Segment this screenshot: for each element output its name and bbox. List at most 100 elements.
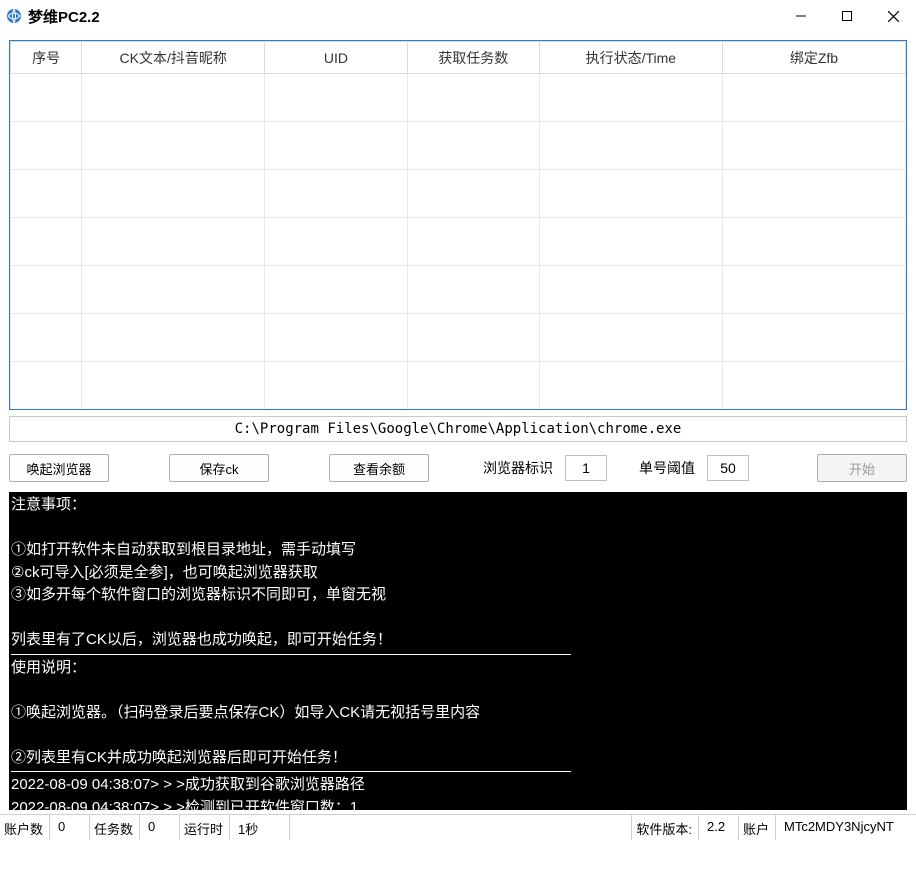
status-version-label: 软件版本: [632, 815, 699, 840]
table-cell [265, 362, 407, 410]
check-balance-button[interactable]: 查看余额 [329, 454, 429, 482]
table-cell [722, 218, 905, 266]
column-header[interactable]: 获取任务数 [407, 42, 539, 74]
table-cell [82, 74, 265, 122]
status-bar: 账户数 0 任务数 0 运行时 1秒 软件版本: 2.2 账户 MTc2MDY3… [0, 814, 916, 840]
table-cell [265, 122, 407, 170]
browser-id-label: 浏览器标识 [483, 458, 553, 478]
table-cell [722, 74, 905, 122]
table-cell [82, 170, 265, 218]
window-controls [778, 0, 916, 32]
table-cell [539, 170, 722, 218]
console-line: ②ck可导入[必须是全参]，也可唤起浏览器获取 [11, 562, 907, 585]
table-cell [539, 362, 722, 410]
console-line: 2022-08-09 04:38:07> > >检测到已开软件窗口数：1 [11, 797, 907, 811]
maximize-button[interactable] [824, 0, 870, 32]
console-line: ①唤起浏览器。（扫码登录后要点保存CK）如导入CK请无视括号里内容 [11, 702, 907, 725]
table-cell [407, 362, 539, 410]
table-row[interactable] [11, 122, 906, 170]
table-cell [11, 218, 82, 266]
table-row[interactable] [11, 218, 906, 266]
table-cell [722, 170, 905, 218]
table-cell [722, 266, 905, 314]
table-cell [11, 122, 82, 170]
maximize-icon [842, 11, 852, 21]
table-cell [407, 170, 539, 218]
console-line: ③如多开每个软件窗口的浏览器标识不同即可，单窗无视 [11, 584, 907, 607]
table-cell [539, 266, 722, 314]
chrome-path-text: C:\Program Files\Google\Chrome\Applicati… [235, 421, 682, 437]
table-row[interactable] [11, 74, 906, 122]
table-row[interactable] [11, 362, 906, 410]
status-tasks-value: 0 [140, 815, 180, 840]
status-runtime-label: 运行时 [180, 815, 230, 840]
table-row[interactable] [11, 314, 906, 362]
console-line: 注意事项： [11, 494, 907, 517]
table-cell [11, 362, 82, 410]
console-line [11, 679, 907, 702]
console-line: ①如打开软件未自动获取到根目录地址，需手动填写 [11, 539, 907, 562]
console-line: 2022-08-09 04:38:07> > >成功获取到谷歌浏览器路径 [11, 774, 907, 797]
table-cell [82, 266, 265, 314]
table-cell [407, 74, 539, 122]
status-tasks-label: 任务数 [90, 815, 140, 840]
column-header[interactable]: CK文本/抖音昵称 [82, 42, 265, 74]
launch-browser-button[interactable]: 唤起浏览器 [9, 454, 109, 482]
status-version-value: 2.2 [699, 815, 739, 840]
table-cell [265, 218, 407, 266]
console-line [11, 724, 907, 747]
table-cell [82, 218, 265, 266]
chrome-path-display: C:\Program Files\Google\Chrome\Applicati… [9, 416, 907, 442]
console-line: 使用说明： [11, 657, 907, 680]
accounts-table[interactable]: 序号CK文本/抖音昵称UID获取任务数执行状态/Time绑定Zfb [9, 40, 907, 410]
column-header[interactable]: UID [265, 42, 407, 74]
browser-id-input[interactable] [565, 455, 607, 481]
status-accounts-value: 0 [50, 815, 90, 840]
table-cell [407, 266, 539, 314]
table-cell [82, 362, 265, 410]
console-line [11, 607, 907, 630]
table-row[interactable] [11, 170, 906, 218]
close-button[interactable] [870, 0, 916, 32]
column-header[interactable]: 序号 [11, 42, 82, 74]
table-cell [539, 218, 722, 266]
table-cell [82, 314, 265, 362]
status-user-value: MTc2MDY3NjcyNT [776, 815, 916, 840]
minimize-icon [796, 11, 806, 21]
table-cell [539, 122, 722, 170]
console-line [11, 517, 907, 540]
status-runtime-value: 1秒 [230, 815, 290, 840]
title-bar: 梦维PC2.2 [0, 0, 916, 32]
table-cell [265, 314, 407, 362]
table-cell [407, 314, 539, 362]
table-cell [722, 362, 905, 410]
close-icon [888, 11, 899, 22]
table-row[interactable] [11, 266, 906, 314]
start-button[interactable]: 开始 [817, 454, 907, 482]
table-cell [722, 314, 905, 362]
controls-row: 唤起浏览器 保存ck 查看余额 浏览器标识 单号阈值 开始 [9, 452, 907, 484]
single-threshold-input[interactable] [707, 455, 749, 481]
table-cell [11, 266, 82, 314]
single-threshold-label: 单号阈值 [639, 458, 695, 478]
minimize-button[interactable] [778, 0, 824, 32]
status-user-label: 账户 [739, 815, 776, 840]
table-cell [722, 122, 905, 170]
table-cell [82, 122, 265, 170]
save-ck-button[interactable]: 保存ck [169, 454, 269, 482]
log-console: 注意事项： ①如打开软件未自动获取到根目录地址，需手动填写②ck可导入[必须是全… [9, 492, 907, 810]
table-cell [11, 74, 82, 122]
column-header[interactable]: 绑定Zfb [722, 42, 905, 74]
console-divider [11, 771, 571, 772]
status-accounts-label: 账户数 [0, 815, 50, 840]
column-header[interactable]: 执行状态/Time [539, 42, 722, 74]
app-icon [6, 8, 22, 24]
table-cell [407, 218, 539, 266]
table-cell [11, 170, 82, 218]
console-line: ②列表里有CK并成功唤起浏览器后即可开始任务！ [11, 747, 907, 770]
table-cell [11, 314, 82, 362]
table-cell [265, 170, 407, 218]
table-cell [265, 266, 407, 314]
table-cell [539, 314, 722, 362]
table-cell [539, 74, 722, 122]
